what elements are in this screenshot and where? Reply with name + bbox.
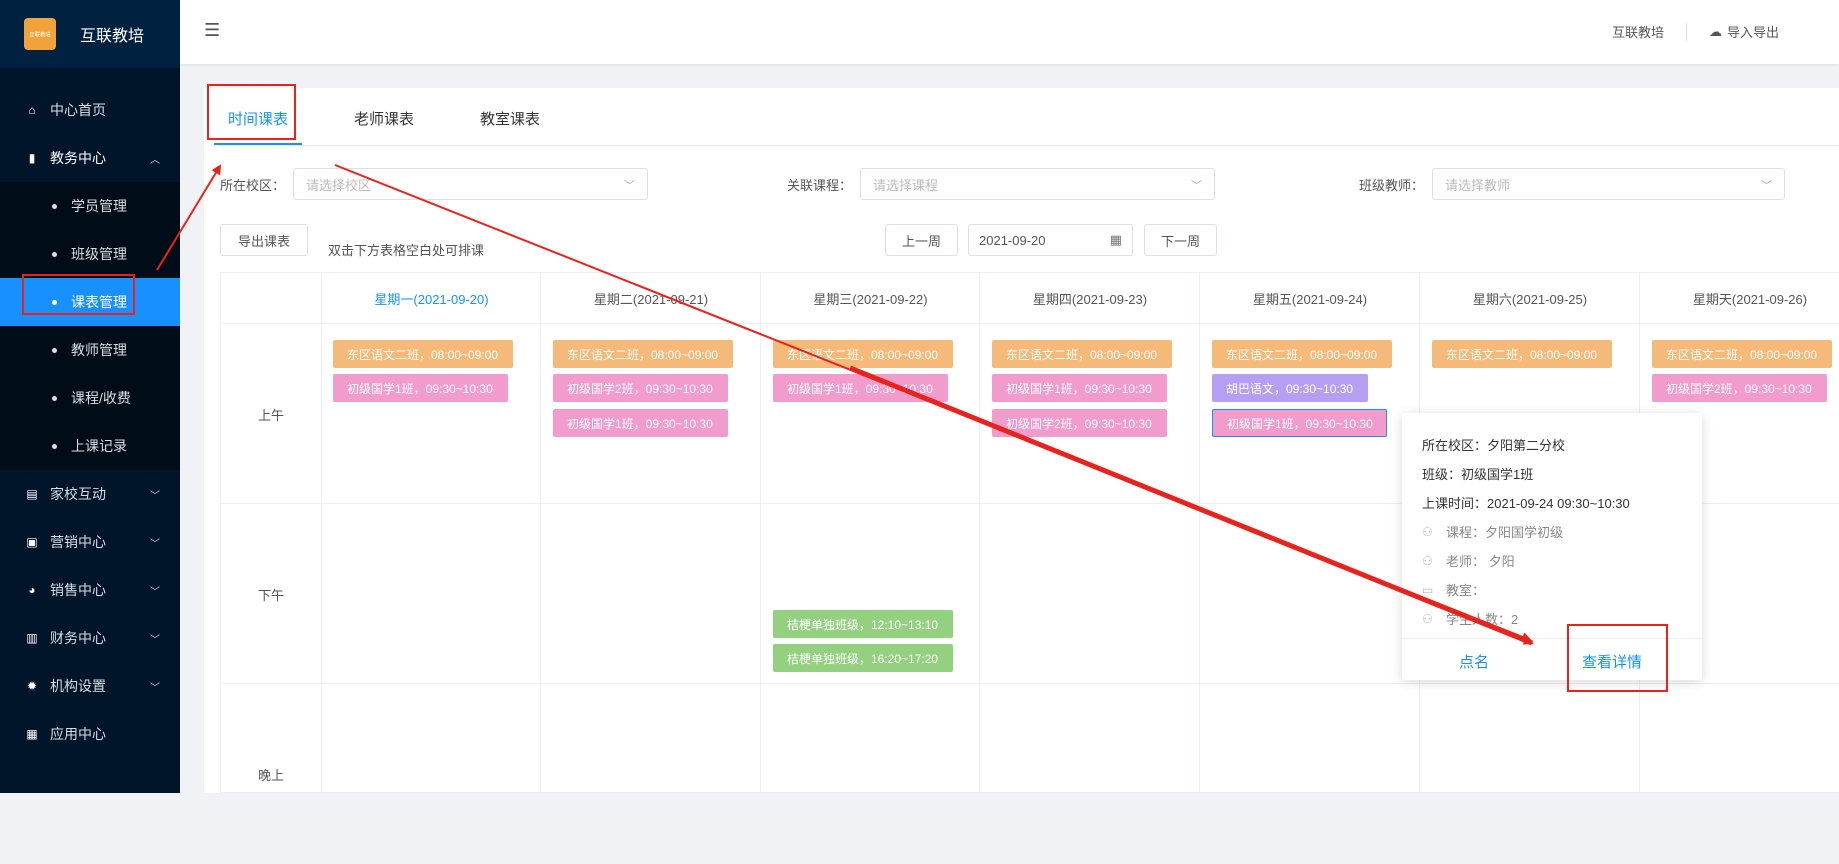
annotation-arrow (156, 164, 222, 271)
annotation-arrows (156, 164, 1534, 646)
annotation-arrow (849, 365, 1534, 646)
